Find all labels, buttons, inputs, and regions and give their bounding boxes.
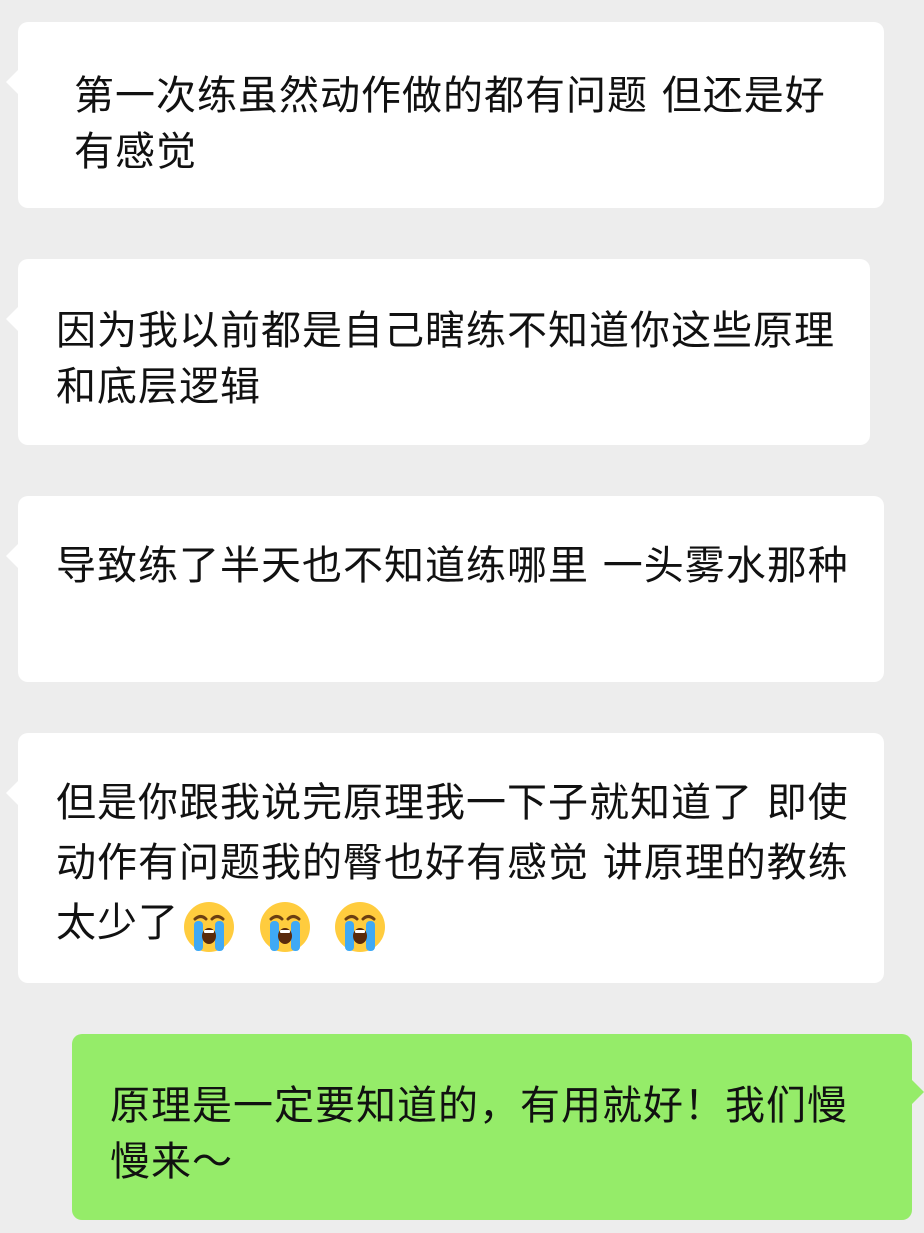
loudly-crying-face-icon: [335, 902, 386, 952]
message-bubble-outgoing[interactable]: 原理是一定要知道的，有用就好！我们慢慢来～: [72, 1034, 924, 1220]
message-text: 原理是一定要知道的，有用就好！我们慢慢来～: [110, 1083, 848, 1185]
loudly-crying-face-icon: [259, 902, 310, 952]
emoji-group: [181, 895, 394, 955]
bubble-tail: [6, 70, 18, 94]
message-bubble-incoming-1[interactable]: 第一次练虽然动作做的都有问题 但还是好有感觉: [6, 22, 884, 208]
message-content: 但是你跟我说完原理我一下子就知道了 即使动作有问题我的臀也好有感觉 讲原理的教练…: [56, 773, 860, 955]
bubble-tail: [6, 544, 18, 568]
message-bubble-incoming-4[interactable]: 但是你跟我说完原理我一下子就知道了 即使动作有问题我的臀也好有感觉 讲原理的教练…: [6, 733, 884, 983]
bubble-tail: [912, 1080, 924, 1104]
loudly-crying-face-icon: [184, 902, 234, 952]
message-text: 但是你跟我说完原理我一下子就知道了 即使动作有问题我的臀也好有感觉 讲原理的教练…: [56, 780, 849, 946]
message-text: 导致练了半天也不知道练哪里 一头雾水那种: [56, 543, 849, 589]
message-text: 第一次练虽然动作做的都有问题 但还是好有感觉: [74, 73, 826, 175]
message-bubble-incoming-2[interactable]: 因为我以前都是自己瞎练不知道你这些原理和底层逻辑: [6, 259, 870, 445]
bubble-tail: [6, 307, 18, 331]
message-text: 因为我以前都是自己瞎练不知道你这些原理和底层逻辑: [56, 308, 835, 410]
message-bubble-incoming-3[interactable]: 导致练了半天也不知道练哪里 一头雾水那种: [6, 496, 884, 682]
bubble-tail: [6, 781, 18, 805]
